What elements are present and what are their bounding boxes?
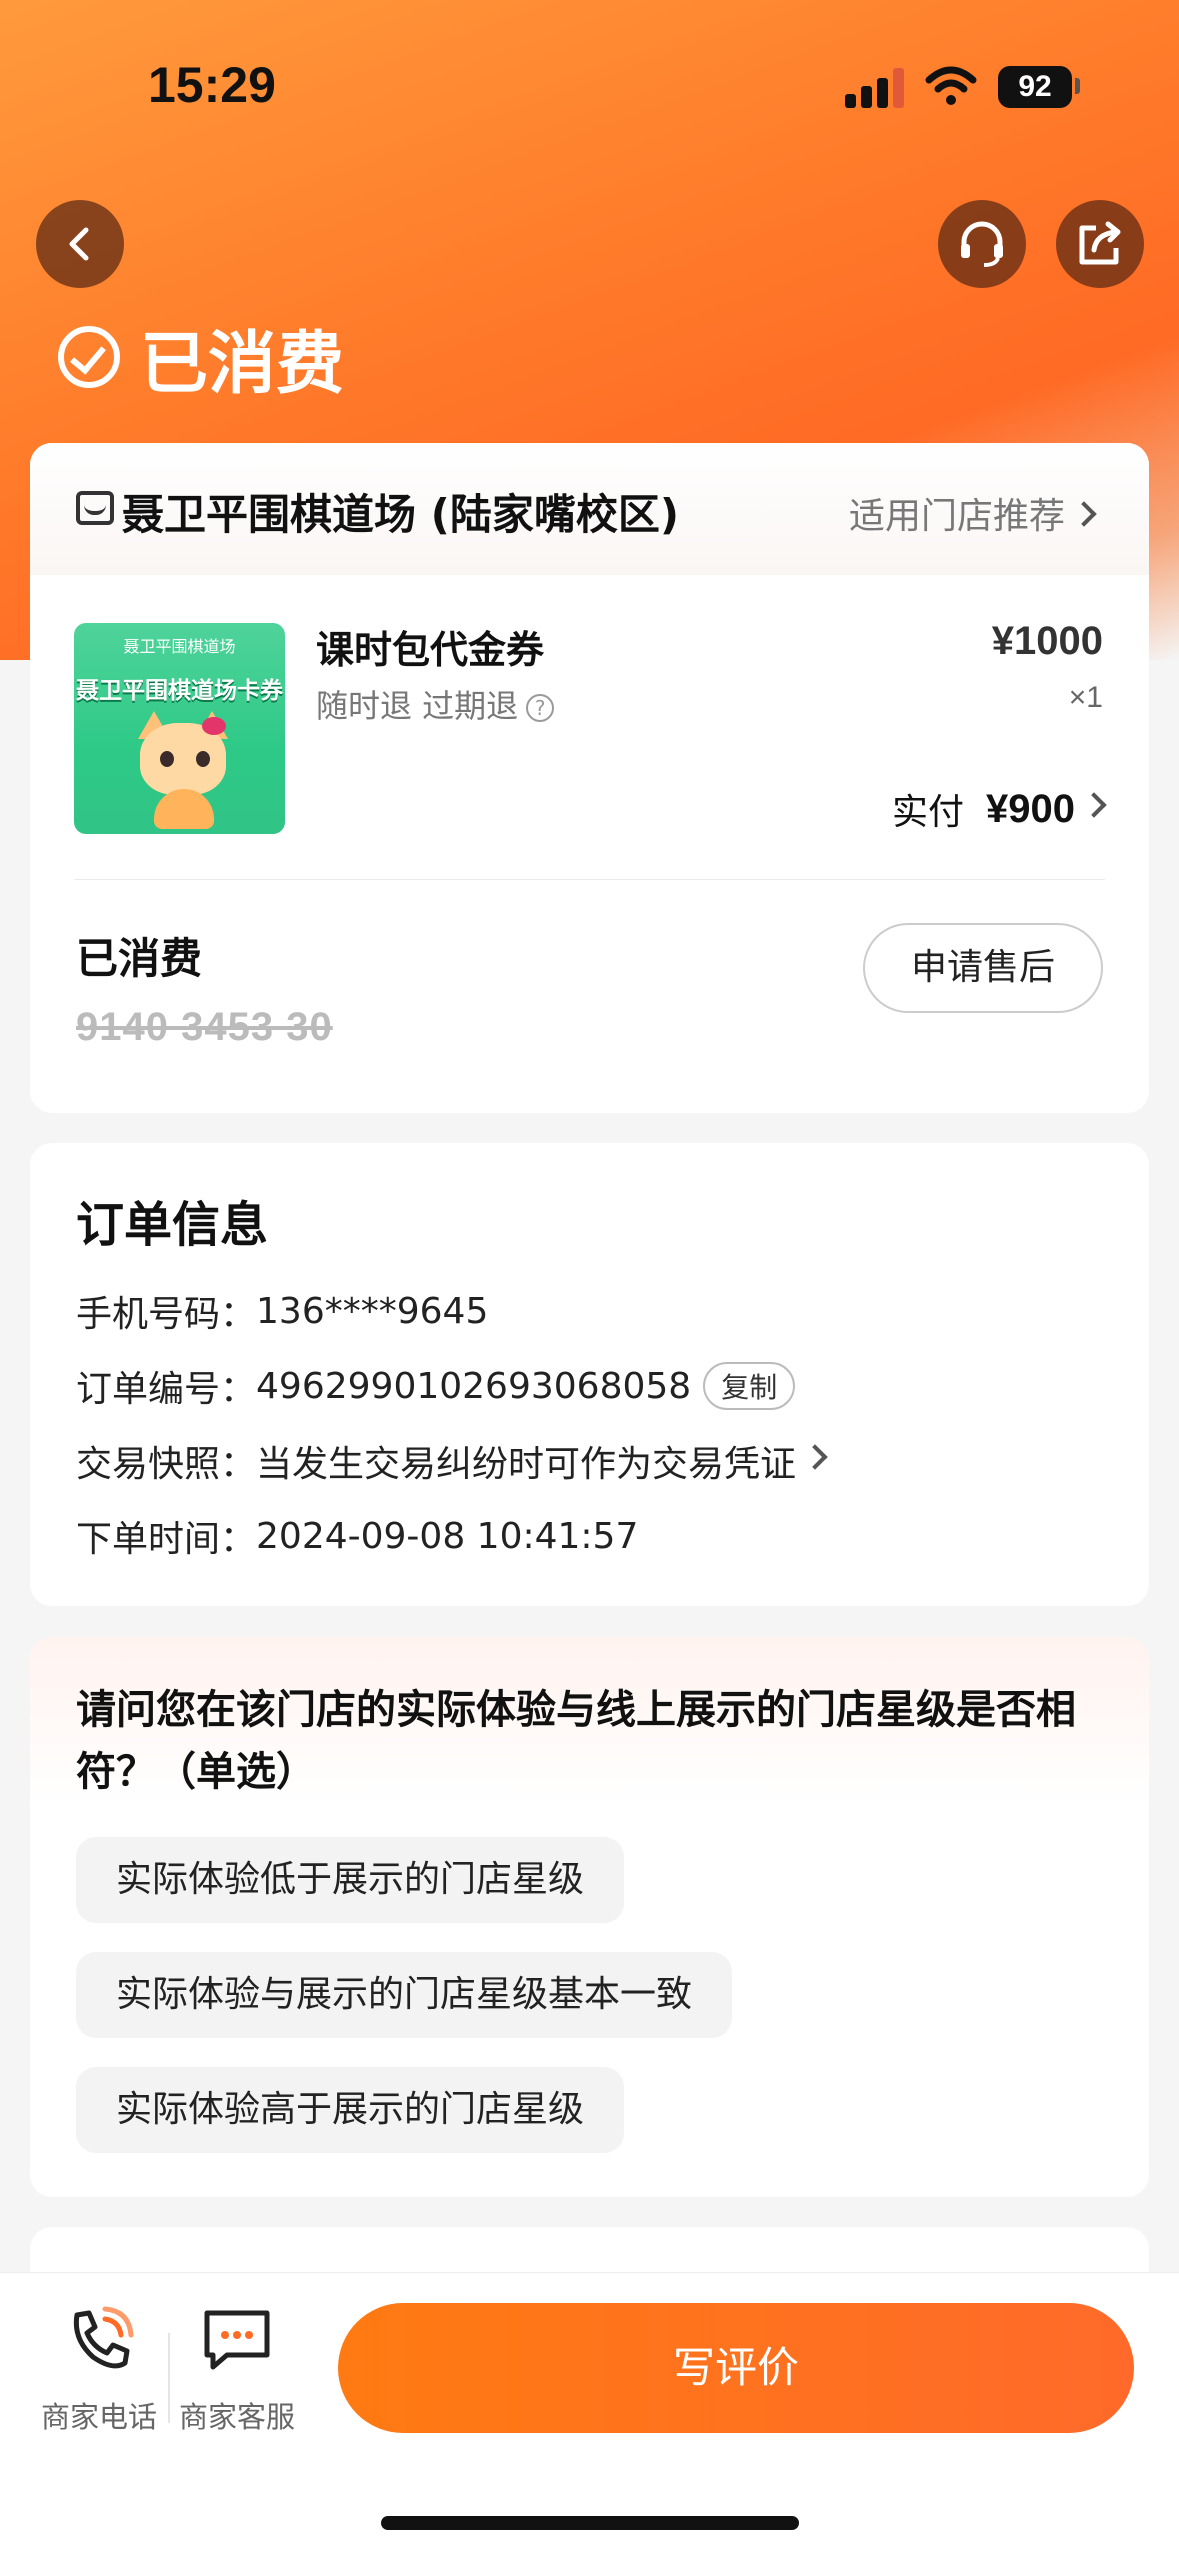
battery-indicator: 92 <box>998 66 1072 108</box>
merchant-service-button[interactable]: 商家客服 <box>172 2305 302 2436</box>
coupon-title-text: 聂卫平围棋道场卡券 <box>76 678 283 704</box>
item-refund-policy: 随时退 过期退? <box>316 681 555 727</box>
back-button[interactable] <box>36 200 124 288</box>
merchant-service-label: 商家客服 <box>178 2400 295 2434</box>
back-icon <box>69 227 89 261</box>
info-value: 2024-09-08 10:41:57 <box>256 1515 639 1557</box>
info-label: 手机号码： <box>76 1294 257 1335</box>
survey-question: 请问您在该门店的实际体验与线上展示的门店星级是否相符？（单选） <box>76 1687 1076 1795</box>
status-bar: 15:29 92 <box>0 0 1179 150</box>
home-indicator[interactable] <box>381 2516 799 2530</box>
question-mark-icon[interactable]: ? <box>526 694 555 722</box>
store-recommend-label: 适用门店推荐 <box>848 496 1065 537</box>
check-circle-icon <box>58 326 120 388</box>
voucher-status-label: 已消费 <box>76 934 203 983</box>
phone-icon <box>73 2306 134 2369</box>
copy-button[interactable]: 复制 <box>703 1362 796 1410</box>
coupon-brand-text: 聂卫平围棋道场 <box>123 637 236 656</box>
voucher-code: 9140 3453 30 <box>76 1005 333 1049</box>
bottom-action-bar: 商家电话 商家客服 写评价 <box>0 2272 1179 2556</box>
info-value: 136****9645 <box>256 1290 489 1332</box>
after-sale-button[interactable]: 申请售后 <box>863 923 1103 1013</box>
paid-amount-row[interactable]: 实付 ¥900 <box>892 783 1107 835</box>
info-row-snapshot[interactable]: 交易快照： 当发生交易纠纷时可作为交易凭证 <box>76 1435 828 1487</box>
info-row-order-time: 下单时间： 2024-09-08 10:41:57 <box>76 1510 638 1562</box>
merchant-phone-button[interactable]: 商家电话 <box>34 2305 164 2436</box>
order-info-card: 订单信息 手机号码： 136****9645 订单编号： 49629901026… <box>30 1143 1149 1606</box>
chat-icon <box>204 2310 270 2370</box>
share-icon <box>1079 221 1121 265</box>
info-value: 当发生交易纠纷时可作为交易凭证 <box>256 1444 797 1485</box>
store-recommend-link[interactable]: 适用门店推荐 <box>848 487 1097 539</box>
customer-service-button[interactable] <box>938 200 1026 288</box>
divider <box>74 879 1105 880</box>
order-status-text: 已消费 <box>140 324 345 404</box>
write-review-button[interactable]: 写评价 <box>338 2303 1134 2433</box>
order-status-title: 已消费 <box>58 312 344 404</box>
order-info-title: 订单信息 <box>76 1197 269 1253</box>
share-button[interactable] <box>1056 200 1144 288</box>
coupon-thumbnail[interactable]: 聂卫平围棋道场 聂卫平围棋道场卡券 <box>74 623 285 834</box>
info-value: 4962990102693068058 <box>256 1365 692 1407</box>
info-label: 下单时间： <box>76 1519 257 1560</box>
cat-eye-right <box>196 751 210 767</box>
survey-option[interactable]: 实际体验与展示的门店星级基本一致 <box>76 1952 733 2038</box>
item-quantity: ×1 <box>1068 681 1103 714</box>
item-price: ¥1000 <box>991 619 1103 663</box>
divider <box>168 2333 170 2423</box>
paid-amount: ¥900 <box>986 786 1075 831</box>
headset-icon <box>961 221 1003 267</box>
refund-policy-text: 随时退 过期退 <box>316 687 519 725</box>
chevron-right-icon <box>802 1444 828 1470</box>
store-name[interactable]: 聂卫平围棋道场 (陆家嘴校区) <box>122 481 679 542</box>
survey-option[interactable]: 实际体验高于展示的门店星级 <box>76 2067 625 2153</box>
info-row-order-number: 订单编号： 4962990102693068058 复制 <box>76 1360 796 1412</box>
survey-card: 请问您在该门店的实际体验与线上展示的门店星级是否相符？（单选） 实际体验低于展示… <box>30 1637 1149 2197</box>
wifi-icon <box>925 66 977 105</box>
battery-tip <box>1075 78 1080 94</box>
chevron-right-icon <box>1081 792 1107 818</box>
survey-option[interactable]: 实际体验低于展示的门店星级 <box>76 1837 625 1923</box>
store-icon <box>76 491 114 525</box>
store-header[interactable]: 聂卫平围棋道场 (陆家嘴校区) 适用门店推荐 <box>30 443 1149 575</box>
signal-icon <box>845 68 907 108</box>
info-label: 交易快照： <box>76 1444 257 1485</box>
order-item-card: 聂卫平围棋道场 (陆家嘴校区) 适用门店推荐 聂卫平围棋道场 聂卫平围棋道场卡券… <box>30 443 1149 1113</box>
merchant-phone-label: 商家电话 <box>40 2400 157 2434</box>
info-label: 订单编号： <box>76 1369 257 1410</box>
cat-body <box>154 789 214 829</box>
info-row-phone: 手机号码： 136****9645 <box>76 1285 488 1337</box>
item-title[interactable]: 课时包代金券 <box>316 619 544 674</box>
paid-label: 实付 <box>892 792 965 833</box>
status-time: 15:29 <box>148 57 276 113</box>
cat-bow <box>202 717 226 735</box>
chevron-right-icon <box>1071 501 1097 527</box>
cat-eye-left <box>160 751 174 767</box>
